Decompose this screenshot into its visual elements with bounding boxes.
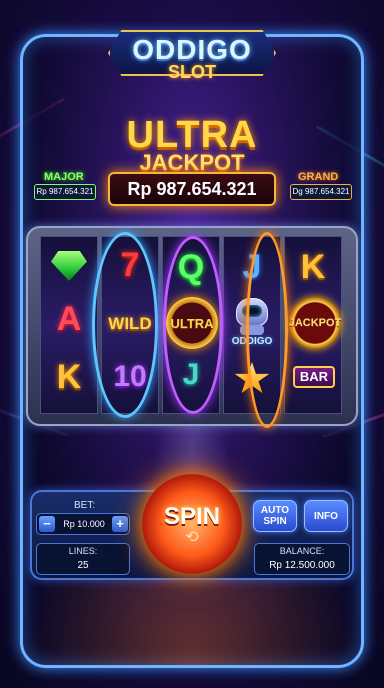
neon-ring [163,236,223,414]
symbol-bar: BAR [293,366,335,388]
rotate-arrows-icon: ⟲ [185,529,199,546]
major-label: MAJOR [44,171,84,183]
grand-amount: Dg 987.654.321 [290,184,352,200]
symbol-k: K [300,248,326,286]
bet-label: BET: [74,500,96,511]
auto-spin-label-line2: SPIN [263,516,287,527]
lines-label: LINES: [68,546,98,556]
neon-ring [92,232,158,418]
auto-spin-button[interactable]: AUTO SPIN [253,500,297,532]
symbol-a: A [56,300,82,338]
bet-increase-button[interactable]: + [112,516,128,532]
symbol-k: K [56,358,82,396]
spin-label: SPIN [163,503,220,530]
major-amount: Rp 987.654.321 [34,184,96,200]
jackpot-amount: Rp 987.654.321 [108,172,276,206]
bet-decrease-button[interactable]: − [39,516,55,532]
lines-value: 25 [77,560,89,571]
neon-ring [246,232,288,428]
symbol-jackpot: JACKPOT [288,317,342,329]
grand-label: GRAND [298,171,339,183]
spin-button[interactable]: SPIN ⟲ [142,474,242,574]
game-subtitle: SLOT [168,62,216,82]
auto-spin-label-line1: AUTO [260,505,290,516]
balance-label: BALANCE: [279,546,325,556]
balance-value: Rp 12.500.000 [269,560,335,571]
info-label: INFO [314,510,338,522]
info-button[interactable]: INFO [304,500,348,532]
bet-value: Rp 10.000 [63,519,105,529]
